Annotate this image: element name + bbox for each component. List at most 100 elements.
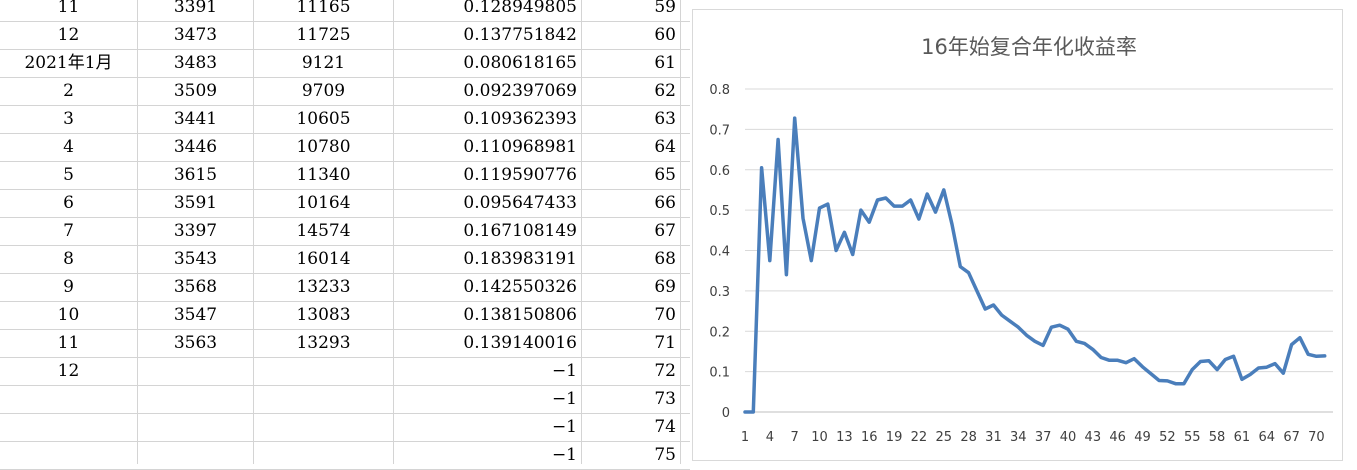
cell-index[interactable]: 74 [582,413,676,441]
line-chart[interactable]: 16年始复合年化收益率 0 0.1 0.2 0.3 0.4 0.5 0.6 0.7 0.8 1 4… [692,9,1343,461]
cell-value-c[interactable]: 11165 [254,0,393,21]
x-tick-label: 22 [911,430,928,445]
cell-month[interactable]: 11 [0,329,137,357]
cell-month[interactable]: 7 [0,217,137,245]
x-tick-label: 49 [1134,430,1151,445]
cell-month[interactable]: 9 [0,273,137,301]
cell-value-b[interactable]: 3563 [138,329,253,357]
cell-month[interactable]: 10 [0,301,137,329]
cell-value-c[interactable] [254,385,393,413]
cell-index[interactable]: 60 [582,21,676,49]
y-tick-label: 0.8 [709,83,730,98]
cell-month[interactable]: 6 [0,189,137,217]
y-tick-label: 0.7 [709,123,730,138]
series-line[interactable] [743,116,1327,414]
cell-value-c[interactable]: 9121 [254,49,393,77]
cell-value-c[interactable]: 10164 [254,189,393,217]
x-tick-label: 37 [1035,430,1052,445]
cell-month[interactable]: 3 [0,105,137,133]
cell-return[interactable]: −1 [394,357,577,385]
cell-value-b[interactable] [138,385,253,413]
cell-index[interactable]: 67 [582,217,676,245]
chart-title: 16年始复合年化收益率 [921,35,1137,59]
cell-value-c[interactable]: 14574 [254,217,393,245]
cell-return[interactable]: 0.092397069 [394,77,577,105]
cell-index[interactable]: 61 [582,49,676,77]
cell-return[interactable]: 0.137751842 [394,21,577,49]
cell-value-c[interactable]: 13233 [254,273,393,301]
cell-return[interactable]: 0.138150806 [394,301,577,329]
cell-return[interactable]: 0.110968981 [394,133,577,161]
cell-value-c[interactable]: 11725 [254,21,393,49]
cell-return[interactable]: 0.142550326 [394,273,577,301]
cell-value-b[interactable]: 3509 [138,77,253,105]
x-tick-label: 43 [1085,430,1102,445]
cell-value-b[interactable]: 3446 [138,133,253,161]
cell-value-c[interactable]: 10605 [254,105,393,133]
cell-value-b[interactable]: 3543 [138,245,253,273]
y-tick-label: 0.4 [709,245,730,260]
cell-value-b[interactable] [138,441,253,469]
x-tick-label: 19 [886,430,903,445]
cell-index[interactable]: 75 [582,441,676,469]
cell-return[interactable]: 0.109362393 [394,105,577,133]
cell-value-b[interactable]: 3568 [138,273,253,301]
cell-value-b[interactable]: 3483 [138,49,253,77]
cell-value-b[interactable] [138,413,253,441]
cell-month[interactable]: 12 [0,357,137,385]
x-tick-label: 4 [766,430,774,445]
cell-index[interactable]: 62 [582,77,676,105]
cell-value-c[interactable]: 16014 [254,245,393,273]
cell-value-c[interactable] [254,441,393,469]
cell-value-b[interactable]: 3391 [138,0,253,21]
x-tick-label: 58 [1209,430,1226,445]
cell-return[interactable]: −1 [394,413,577,441]
cell-index[interactable]: 59 [582,0,676,21]
cell-index[interactable]: 72 [582,357,676,385]
cell-return[interactable]: 0.183983191 [394,245,577,273]
cell-value-c[interactable]: 10780 [254,133,393,161]
cell-index[interactable]: 73 [582,385,676,413]
cell-return[interactable]: 0.080618165 [394,49,577,77]
cell-index[interactable]: 71 [582,329,676,357]
cell-value-b[interactable]: 3547 [138,301,253,329]
cell-month[interactable]: 12 [0,21,137,49]
y-axis-ticks: 0 0.1 0.2 0.3 0.4 0.5 0.6 0.7 0.8 [709,83,730,421]
cell-value-c[interactable] [254,413,393,441]
cell-return[interactable]: 0.167108149 [394,217,577,245]
cell-return[interactable]: −1 [394,385,577,413]
cell-return[interactable]: 0.139140016 [394,329,577,357]
cell-value-b[interactable]: 3441 [138,105,253,133]
cell-index[interactable]: 69 [582,273,676,301]
cell-index[interactable]: 68 [582,245,676,273]
cell-value-b[interactable]: 3397 [138,217,253,245]
cell-month[interactable]: 2021年1月 [0,49,137,77]
cell-month[interactable]: 2 [0,77,137,105]
cell-month[interactable] [0,385,137,413]
cell-index[interactable]: 66 [582,189,676,217]
cell-value-b[interactable]: 3473 [138,21,253,49]
cell-value-c[interactable] [254,357,393,385]
cell-index[interactable]: 70 [582,301,676,329]
cell-return[interactable]: 0.119590776 [394,161,577,189]
cell-month[interactable]: 8 [0,245,137,273]
cell-month[interactable]: 5 [0,161,137,189]
cell-value-b[interactable] [138,357,253,385]
cell-value-b[interactable]: 3615 [138,161,253,189]
cell-return[interactable]: 0.095647433 [394,189,577,217]
cell-month[interactable]: 11 [0,0,137,21]
cell-index[interactable]: 64 [582,133,676,161]
cell-return[interactable]: 0.128949805 [394,0,577,21]
chart-svg: 16年始复合年化收益率 0 0.1 0.2 0.3 0.4 0.5 0.6 0.7 0.8 1 4… [709,35,1333,445]
cell-value-c[interactable]: 9709 [254,77,393,105]
cell-value-c[interactable]: 13083 [254,301,393,329]
cell-index[interactable]: 63 [582,105,676,133]
cell-month[interactable] [0,441,137,469]
cell-return[interactable]: −1 [394,441,577,469]
cell-month[interactable] [0,413,137,441]
cell-value-b[interactable]: 3591 [138,189,253,217]
cell-index[interactable]: 65 [582,161,676,189]
cell-value-c[interactable]: 11340 [254,161,393,189]
cell-value-c[interactable]: 13293 [254,329,393,357]
cell-month[interactable]: 4 [0,133,137,161]
